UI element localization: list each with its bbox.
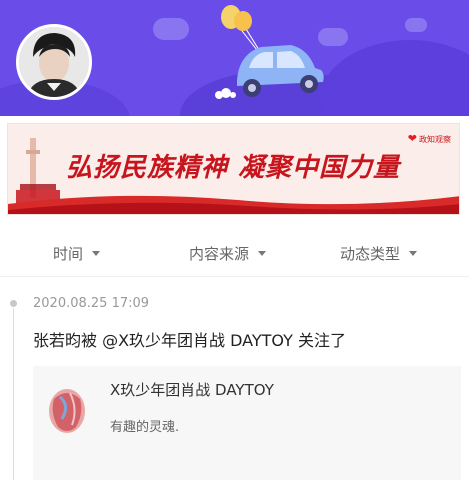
banner-brand-label: 政知观察 bbox=[419, 135, 451, 144]
heart-icon: ❤ bbox=[407, 132, 417, 145]
feed-timestamp: 2020.08.25 17:09 bbox=[33, 296, 150, 311]
timeline-dot-icon bbox=[10, 300, 17, 307]
promo-banner[interactable]: ❤ 政知观察 弘扬民族精神 凝聚中国力量 bbox=[7, 123, 460, 215]
avatar[interactable] bbox=[16, 24, 92, 100]
feed-activity-text[interactable]: 张若昀被 @X玖少年团肖战 DAYTOY 关注了 bbox=[33, 327, 346, 351]
banner-wave bbox=[8, 195, 459, 214]
filter-source-dropdown[interactable]: 内容来源 bbox=[189, 243, 267, 264]
banner-slogan: 弘扬民族精神 凝聚中国力量 bbox=[66, 153, 401, 183]
followed-user-card[interactable]: X玖少年团肖战 DAYTOY 有趣的灵魂. bbox=[33, 366, 461, 480]
caret-down-icon bbox=[92, 251, 101, 256]
timeline-line bbox=[13, 308, 14, 480]
card-title: X玖少年团肖战 DAYTOY bbox=[110, 381, 274, 399]
user-thumbnail-icon bbox=[40, 379, 94, 441]
caret-down-icon bbox=[409, 251, 418, 256]
divider bbox=[0, 276, 469, 277]
caret-down-icon bbox=[258, 251, 267, 256]
filter-bar: 时间 内容来源 动态类型 bbox=[0, 230, 469, 276]
header-hill bbox=[320, 40, 469, 116]
filter-label: 动态类型 bbox=[340, 245, 401, 263]
cloud-icon bbox=[405, 18, 427, 32]
car-with-balloons-icon bbox=[215, 5, 324, 99]
filter-time-dropdown[interactable]: 时间 bbox=[53, 243, 101, 264]
filter-label: 内容来源 bbox=[189, 245, 250, 263]
banner-brand: ❤ 政知观察 bbox=[408, 132, 451, 145]
profile-header bbox=[0, 0, 469, 116]
cloud-icon bbox=[153, 18, 189, 40]
person-photo-icon bbox=[19, 27, 89, 97]
filter-type-dropdown[interactable]: 动态类型 bbox=[340, 243, 418, 264]
filter-label: 时间 bbox=[53, 245, 84, 263]
card-description: 有趣的灵魂. bbox=[110, 420, 180, 435]
